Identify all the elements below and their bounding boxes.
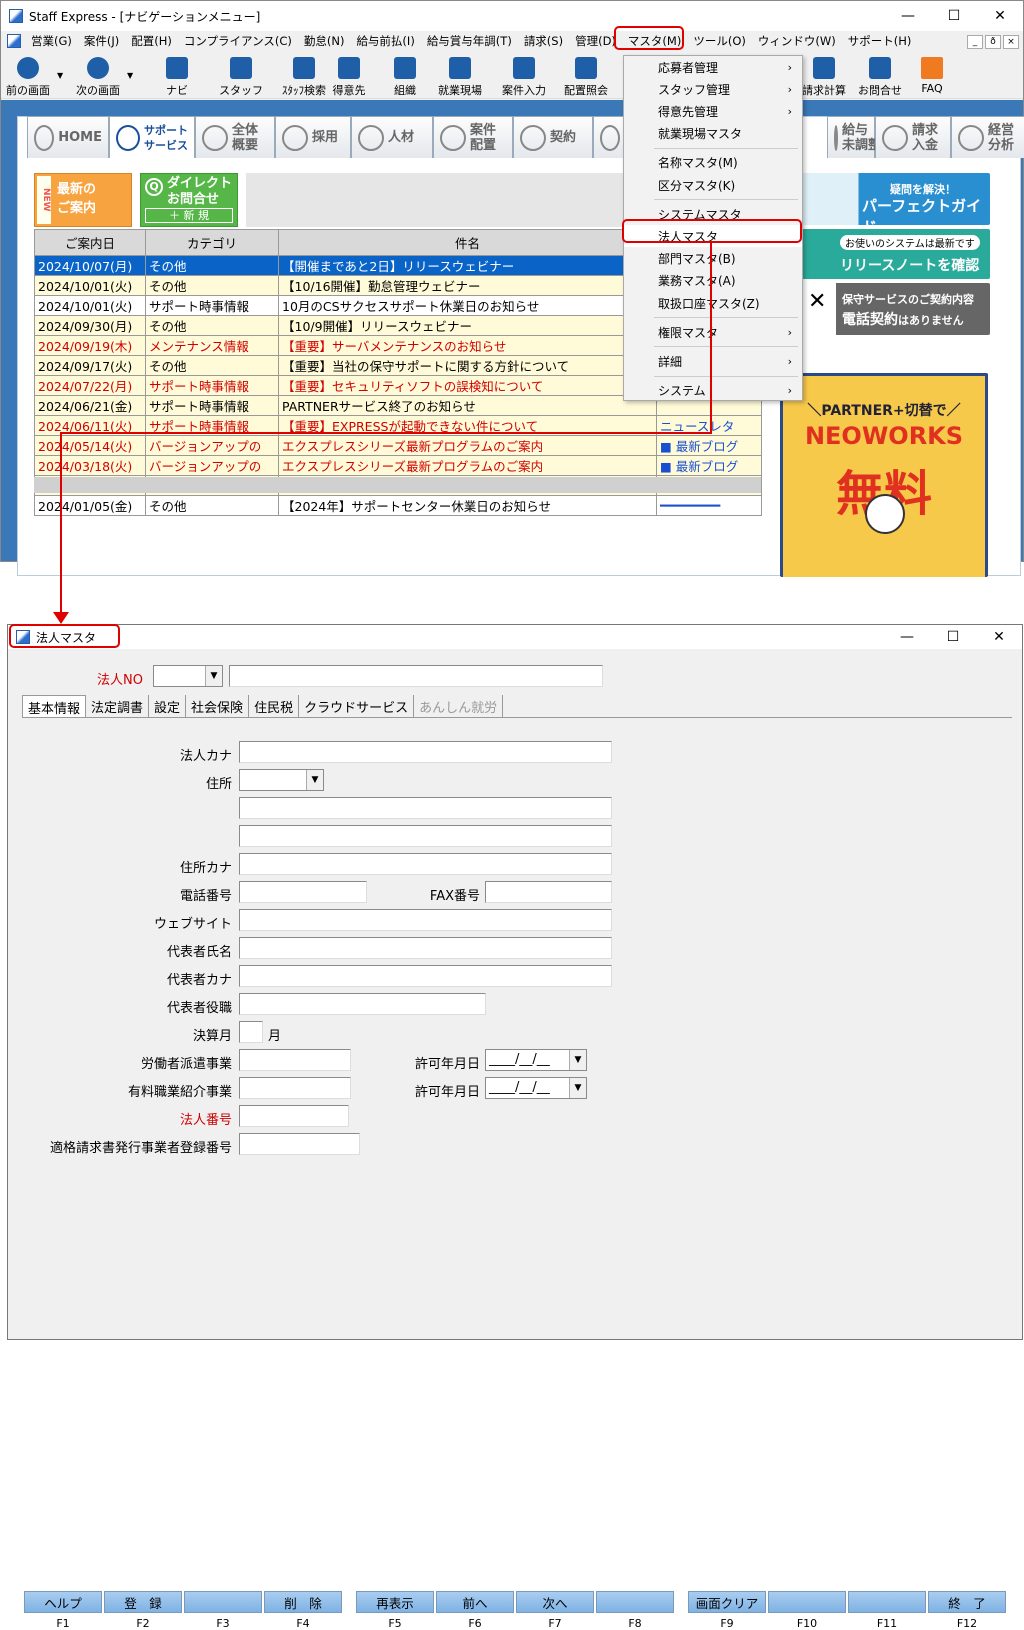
form-tab-6[interactable]: あんしん就労	[414, 695, 504, 717]
label-corp_number: 法人番号	[179, 1113, 232, 1128]
corp-master-window: 法人マスタ — ☐ ✕ 法人NO ▼ 基本情報 法定調書 設定 社会保険 住民税 クラウド…	[7, 624, 1023, 1630]
form-tab-5[interactable]: クラウドサービス	[299, 695, 415, 717]
corp-no-select[interactable]: ▼	[153, 665, 223, 687]
fkey-f11-button[interactable]	[848, 1591, 926, 1613]
fkey-f4-button[interactable]: 削 除	[264, 1591, 342, 1613]
fkey-f2-label: F2	[136, 1617, 150, 1630]
label-dispatch: 労働者派遣事業	[140, 1057, 232, 1072]
corp-master-titlebar: 法人マスタ — ☐ ✕	[8, 625, 1022, 649]
label-placement: 有料職業紹介事業	[127, 1085, 232, 1100]
form-close-button[interactable]: ✕	[976, 625, 1022, 649]
connector-arrow	[53, 243, 712, 624]
fkey-f2-button[interactable]: 登 録	[104, 1591, 182, 1613]
invoice-reg-field[interactable]	[239, 1133, 360, 1155]
label-phone: 電話番号	[179, 889, 232, 904]
fkey-f5-button[interactable]: 再表示	[356, 1591, 434, 1613]
label-fiscal_month: 決算月	[192, 1029, 232, 1044]
fkey-f5-label: F5	[388, 1617, 402, 1630]
address-line2-field[interactable]	[239, 825, 612, 847]
corp-name-field[interactable]	[229, 665, 603, 687]
date-value: ____/__/__	[489, 1052, 550, 1067]
corp-kana-field[interactable]	[239, 741, 612, 763]
fkey-f7-button[interactable]: 次へ	[516, 1591, 594, 1613]
label-website: ウェブサイト	[153, 917, 232, 932]
prefecture-select[interactable]: ▼	[239, 769, 324, 791]
chevron-down-icon[interactable]: ▼	[569, 1050, 586, 1070]
tab-divider	[22, 717, 1012, 718]
address-line1-field[interactable]	[239, 797, 612, 819]
rep-kana-field[interactable]	[239, 965, 612, 987]
form-tabs: 基本情報 法定調書 設定 社会保険 住民税 クラウドサービス あんしん就労	[22, 695, 504, 717]
label-rep_title: 代表者役職	[166, 1001, 232, 1016]
fkey-f10-button[interactable]	[768, 1591, 846, 1613]
dispatch-permit-field[interactable]	[239, 1049, 351, 1071]
fkey-f12-button[interactable]: 終 了	[928, 1591, 1006, 1613]
placement-date-picker[interactable]: ____/__/__ ▼	[485, 1077, 587, 1099]
fiscal-month-field[interactable]	[239, 1021, 263, 1043]
fkey-f3-button[interactable]	[184, 1591, 262, 1613]
dispatch-date-picker[interactable]: ____/__/__ ▼	[485, 1049, 587, 1071]
fkey-f9-label: F9	[720, 1617, 734, 1630]
label-rep_kana: 代表者カナ	[166, 973, 232, 988]
form-tab-0[interactable]: 基本情報	[22, 695, 87, 717]
fkey-f9-button[interactable]: 画面クリア	[688, 1591, 766, 1613]
label-fax: FAX番号	[429, 889, 480, 904]
label-address: 住所	[205, 777, 232, 792]
form-tab-1[interactable]: 法定調書	[86, 695, 150, 717]
fkey-f7-label: F7	[548, 1617, 562, 1630]
chevron-down-icon[interactable]: ▼	[569, 1078, 586, 1098]
chevron-down-icon[interactable]: ▼	[306, 770, 323, 790]
form-tab-4[interactable]: 住民税	[249, 695, 300, 717]
placement-permit-field[interactable]	[239, 1077, 351, 1099]
fkey-f4-label: F4	[296, 1617, 310, 1630]
label-invoice_reg: 適格請求書発行事業者登録番号	[49, 1141, 232, 1156]
fkey-f6-label: F6	[468, 1617, 482, 1630]
fkey-f8-label: F8	[628, 1617, 642, 1630]
fax-field[interactable]	[485, 881, 612, 903]
fkey-f1-label: F1	[56, 1617, 70, 1630]
form-tab-2[interactable]: 設定	[149, 695, 187, 717]
fkey-f11-label: F11	[876, 1617, 898, 1630]
chevron-down-icon[interactable]: ▼	[205, 666, 222, 686]
address-kana-field[interactable]	[239, 853, 612, 875]
form-tab-3[interactable]: 社会保険	[186, 695, 250, 717]
highlight-form-title	[9, 624, 120, 648]
fkey-f6-button[interactable]: 前へ	[436, 1591, 514, 1613]
label-rep_name: 代表者氏名	[166, 945, 232, 960]
form-minimize-button[interactable]: —	[884, 625, 930, 649]
corp-number-field[interactable]	[239, 1105, 349, 1127]
rep-title-field[interactable]	[239, 993, 486, 1015]
rep-name-field[interactable]	[239, 937, 612, 959]
date-value: ____/__/__	[489, 1080, 550, 1095]
phone-field[interactable]	[239, 881, 367, 903]
label-kana: 法人カナ	[179, 749, 232, 764]
fkey-f3-label: F3	[216, 1617, 230, 1630]
fkey-f10-label: F10	[796, 1617, 818, 1630]
form-maximize-button[interactable]: ☐	[930, 625, 976, 649]
label-dispatch_date: 許可年月日	[414, 1057, 480, 1072]
fkey-f8-button[interactable]	[596, 1591, 674, 1613]
fkey-f12-label: F12	[956, 1617, 978, 1630]
label-placement_date: 許可年月日	[414, 1085, 480, 1100]
website-field[interactable]	[239, 909, 612, 931]
label-month-unit: 月	[268, 1029, 282, 1044]
fkey-f1-button[interactable]: ヘルプ	[24, 1591, 102, 1613]
corp-no-label: 法人NO	[97, 673, 143, 688]
label-address_kana: 住所カナ	[179, 861, 232, 876]
